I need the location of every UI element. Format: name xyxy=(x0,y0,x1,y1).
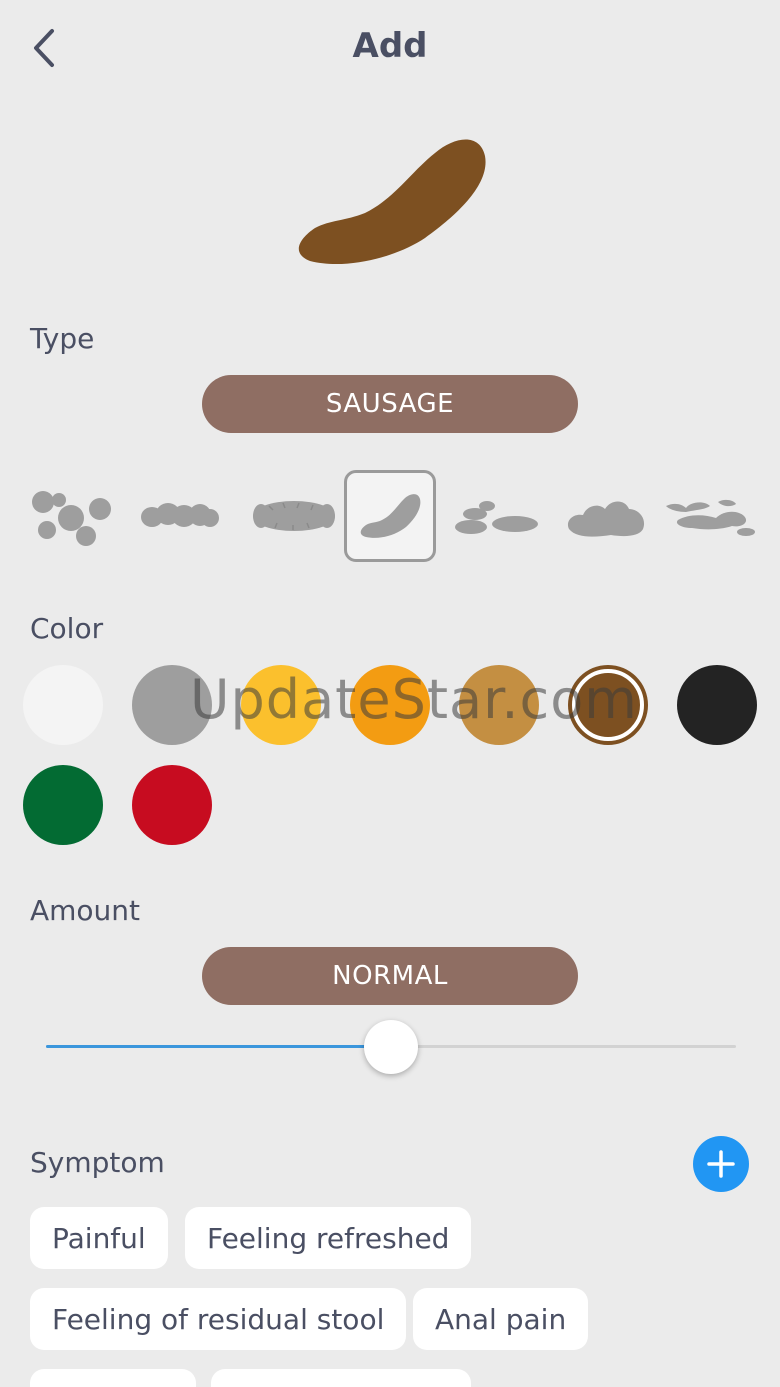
type-options xyxy=(20,470,765,566)
sausage-stool-icon xyxy=(298,139,486,265)
mushy-icon[interactable] xyxy=(556,470,656,562)
cracked-sausage-icon[interactable] xyxy=(238,470,350,562)
amount-slider-fill xyxy=(46,1045,391,1048)
symptom-chip[interactable]: Anal pain xyxy=(413,1288,589,1350)
lumpy-sausage-icon[interactable] xyxy=(132,470,228,562)
color-swatch-green[interactable] xyxy=(23,765,103,845)
separate-lumps-icon[interactable] xyxy=(22,470,122,562)
color-swatch-orange[interactable] xyxy=(350,665,430,745)
symptom-chip[interactable]: Feeling refreshed xyxy=(185,1207,472,1269)
color-swatch-tan[interactable] xyxy=(459,665,539,745)
type-label: Type xyxy=(30,322,95,355)
add-symptom-button[interactable] xyxy=(693,1136,749,1192)
symptom-label: Symptom xyxy=(30,1146,165,1179)
color-swatch-red[interactable] xyxy=(132,765,212,845)
color-swatch-white[interactable] xyxy=(23,665,103,745)
color-swatch-yellow[interactable] xyxy=(241,665,321,745)
amount-value-pill: NORMAL xyxy=(202,947,578,1005)
watery-icon[interactable] xyxy=(660,470,760,562)
header: Add xyxy=(0,0,780,96)
soft-blobs-icon[interactable] xyxy=(446,470,546,562)
color-label: Color xyxy=(30,612,104,645)
amount-label: Amount xyxy=(30,894,141,927)
color-swatch-gray[interactable] xyxy=(132,665,212,745)
plus-icon xyxy=(707,1150,735,1178)
type-value-pill: SAUSAGE xyxy=(202,375,578,433)
symptom-chip[interactable]: Feeling of residual stool xyxy=(30,1288,407,1350)
symptom-chip[interactable]: Painful xyxy=(30,1207,168,1269)
smooth-sausage-icon[interactable] xyxy=(344,470,436,562)
symptom-chip[interactable] xyxy=(211,1369,471,1387)
color-swatch-black[interactable] xyxy=(677,665,757,745)
page-title: Add xyxy=(352,26,428,66)
amount-slider-thumb[interactable] xyxy=(364,1020,418,1074)
symptom-chip[interactable] xyxy=(30,1369,196,1387)
color-swatch-brown[interactable] xyxy=(568,665,648,745)
